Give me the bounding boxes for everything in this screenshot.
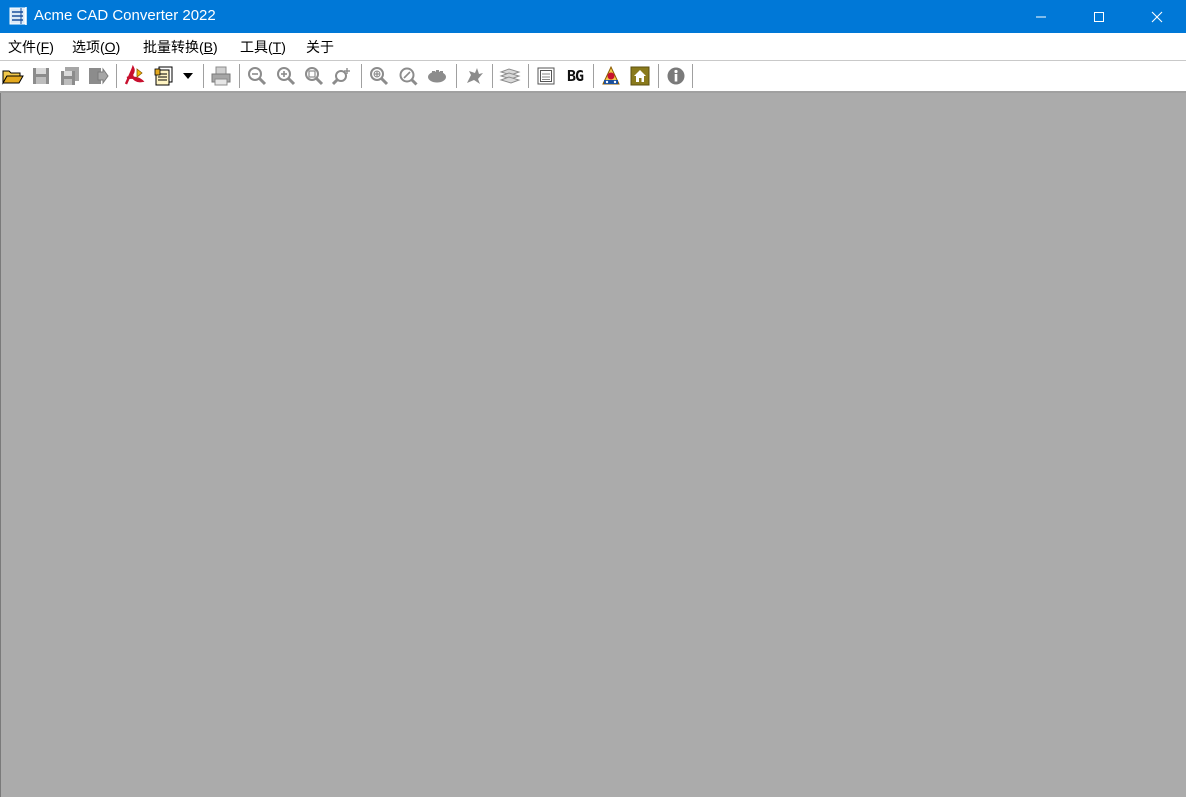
toolbar-separator [593, 64, 594, 88]
menu-batch-convert[interactable]: 批量转换(B) [141, 38, 220, 56]
home-button[interactable] [628, 64, 652, 88]
menu-options-mnemonic: O [104, 39, 116, 55]
print-button[interactable] [209, 64, 233, 88]
toolbar-separator [456, 64, 457, 88]
menu-about-label: 关于 [306, 39, 334, 55]
app-window: Acme CAD Converter 2022 文件(F) 选项(O) 批量转换… [0, 0, 1186, 797]
toolbar-separator [658, 64, 659, 88]
app-icon [9, 6, 29, 26]
toolbar-separator [239, 64, 240, 88]
convert-format-button[interactable] [152, 64, 176, 88]
magnify-button[interactable] [396, 64, 420, 88]
menu-tools-mnemonic: T [272, 39, 282, 55]
close-button[interactable] [1128, 0, 1186, 33]
maximize-icon [1094, 11, 1104, 22]
menu-batch-mnemonic: B [203, 39, 214, 55]
title-bar: Acme CAD Converter 2022 [0, 0, 1186, 33]
toolbar-separator [692, 64, 693, 88]
save-button[interactable] [29, 64, 53, 88]
menu-file-close: ) [49, 39, 54, 55]
toolbar-separator [116, 64, 117, 88]
export-icon [89, 67, 109, 85]
pan-icon [428, 70, 446, 83]
zoom-out-icon [248, 67, 267, 86]
black-background-button[interactable] [534, 64, 558, 88]
toolbar-separator [528, 64, 529, 88]
layers-button[interactable] [498, 64, 522, 88]
window-title: Acme CAD Converter 2022 [34, 7, 216, 24]
zoom-realtime-button[interactable] [331, 64, 355, 88]
menu-batch-close: ) [213, 39, 218, 55]
menu-bar: 文件(F) 选项(O) 批量转换(B) 工具(T) 关于 [0, 33, 1186, 61]
maximize-button[interactable] [1070, 0, 1128, 33]
menu-tools-close: ) [281, 39, 286, 55]
magnify-icon [399, 67, 418, 86]
zoom-out-button[interactable] [245, 64, 269, 88]
zoom-realtime-icon [332, 68, 350, 86]
export-button[interactable] [86, 64, 110, 88]
redraw-icon [467, 68, 483, 84]
help-button[interactable] [599, 64, 623, 88]
print-icon [211, 66, 231, 86]
menu-tools-label: 工具( [240, 39, 273, 55]
save-icon [33, 68, 49, 84]
home-icon [630, 66, 650, 86]
menu-file[interactable]: 文件(F) [6, 38, 56, 56]
open-button[interactable] [1, 64, 25, 88]
toolbar-separator [492, 64, 493, 88]
minimize-icon [1036, 16, 1046, 17]
open-folder-icon [2, 70, 24, 85]
zoom-in-button[interactable] [274, 64, 298, 88]
toolbar-separator [203, 64, 204, 88]
zoom-window-button[interactable] [302, 64, 326, 88]
menu-batch-label: 批量转换( [143, 39, 204, 55]
help-icon [602, 65, 620, 85]
menu-tools[interactable]: 工具(T) [238, 38, 288, 56]
layers-icon [499, 68, 521, 84]
toolbar-separator [361, 64, 362, 88]
close-icon [1151, 11, 1163, 22]
pan-button[interactable] [425, 64, 449, 88]
minimize-button[interactable] [1012, 0, 1070, 33]
convert-pdf-icon [124, 65, 145, 85]
menu-options-label: 选项( [72, 39, 105, 55]
convert-format-icon [154, 66, 173, 86]
menu-options[interactable]: 选项(O) [70, 38, 122, 56]
info-icon [667, 67, 685, 85]
zoom-extents-icon [370, 67, 389, 86]
convert-dropdown-button[interactable] [178, 64, 198, 88]
black-background-icon [537, 67, 555, 85]
save-all-button[interactable] [58, 64, 82, 88]
bg-color-icon: BG [566, 67, 584, 85]
bg-color-button[interactable]: BG [562, 64, 588, 88]
info-button[interactable] [664, 64, 688, 88]
zoom-extents-button[interactable] [367, 64, 391, 88]
menu-options-close: ) [115, 39, 121, 55]
redraw-button[interactable] [462, 64, 486, 88]
save-all-icon [61, 67, 79, 85]
menu-about[interactable]: 关于 [304, 38, 336, 56]
menu-file-label: 文件( [8, 39, 41, 55]
toolbar: BG [0, 61, 1186, 93]
zoom-window-icon [305, 67, 324, 86]
convert-pdf-button[interactable] [122, 64, 146, 88]
drawing-workspace[interactable] [0, 93, 1186, 797]
menu-file-mnemonic: F [40, 39, 50, 55]
dropdown-arrow-icon [183, 73, 193, 79]
zoom-in-icon [277, 67, 296, 86]
